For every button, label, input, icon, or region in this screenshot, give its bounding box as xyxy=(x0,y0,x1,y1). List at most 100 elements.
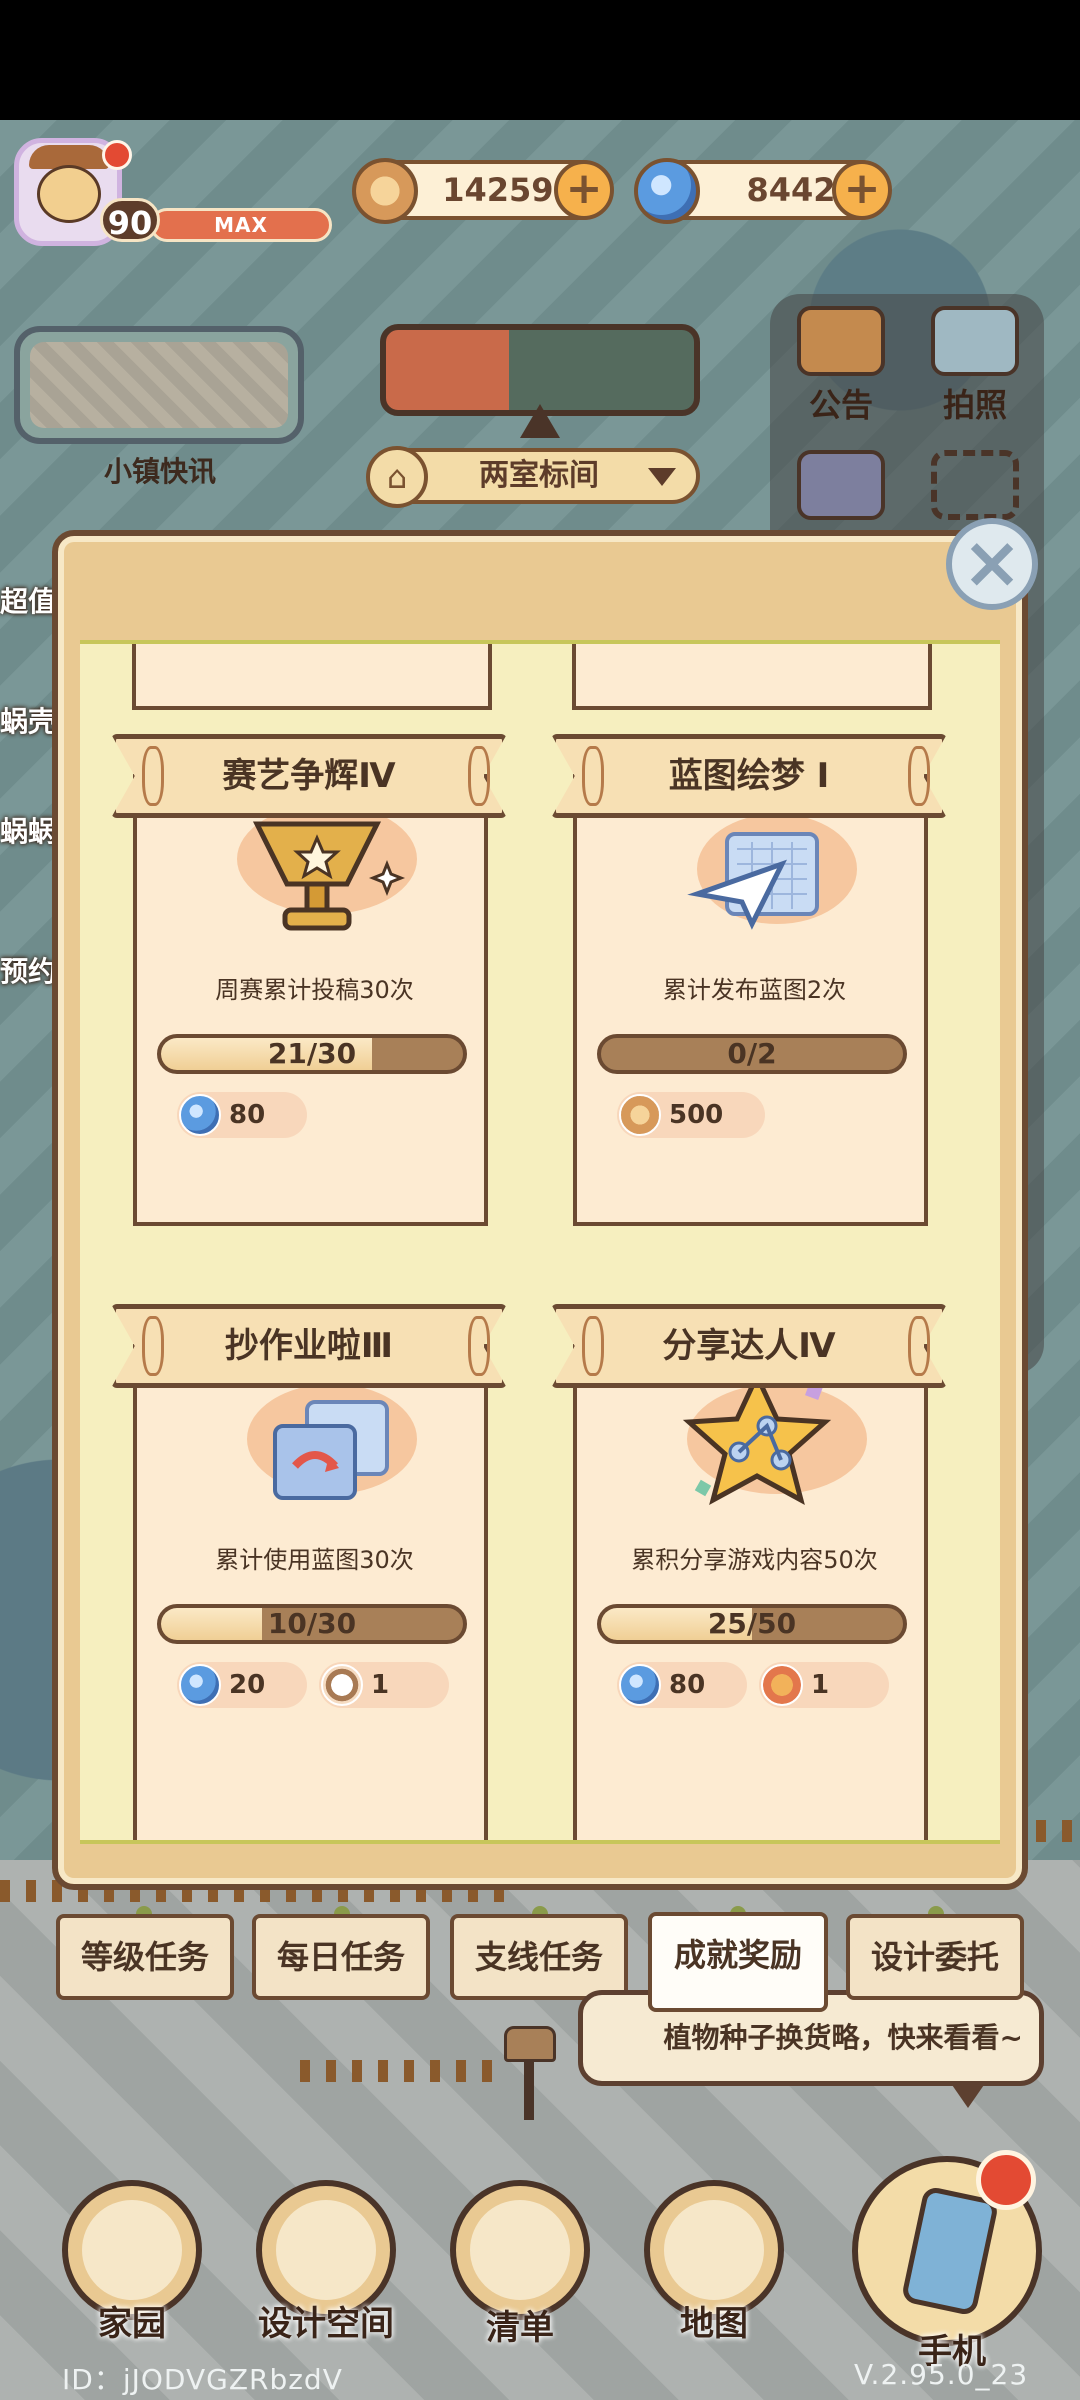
ribbon-ornament-icon xyxy=(142,1316,164,1376)
ribbon-ornament-icon xyxy=(468,1316,490,1376)
nav-checklist-label: 清单 xyxy=(486,2308,554,2348)
reward-chip: 1 xyxy=(319,1662,449,1708)
tab-achievements[interactable]: 成就奖励 xyxy=(648,1912,828,2012)
phone-icon xyxy=(900,2185,1000,2317)
reward-amount: 80 xyxy=(229,1100,266,1130)
home-icon xyxy=(82,2200,182,2300)
achievement-desc: 累积分享游戏内容50次 xyxy=(631,1546,878,1574)
left-event-stack: 超值 蜗壳 蜗蜗 预约 xyxy=(0,500,60,1000)
tip-bubble-tail xyxy=(950,2082,986,2108)
photo-label: 拍照 xyxy=(942,386,1007,424)
achievement-title: 分享达人Ⅳ xyxy=(662,1326,836,1366)
gold-coin-icon xyxy=(352,158,418,224)
scan-icon xyxy=(931,450,1019,520)
progress-text: 0/2 xyxy=(727,1037,777,1070)
weather-pointer xyxy=(520,404,560,438)
notification-dot xyxy=(976,2150,1036,2210)
reward-amount: 20 xyxy=(229,1670,266,1700)
progress-text: 21/30 xyxy=(267,1037,357,1070)
clay-pot-icon xyxy=(761,1664,803,1706)
photo-button[interactable]: 拍照 xyxy=(920,306,1030,426)
tab-design-commissions[interactable]: 设计委托 xyxy=(846,1914,1024,2000)
version-text: V.2.95.0_23 xyxy=(854,2358,1029,2391)
nav-home-label: 家园 xyxy=(98,2304,166,2344)
nav-map-label: 地图 xyxy=(680,2304,748,2344)
map-pin-icon xyxy=(664,2200,764,2300)
home-icon: ⌂ xyxy=(366,446,428,508)
blueprint-plane-icon xyxy=(657,804,857,954)
card-previous-right xyxy=(572,644,932,710)
achievement-title: 蓝图绘梦 Ⅰ xyxy=(668,756,830,796)
gold-coin-icon xyxy=(619,1094,661,1136)
ribbon-ornament-icon xyxy=(908,1316,930,1376)
reward-amount: 1 xyxy=(371,1670,390,1700)
achievement-title: 赛艺争辉Ⅳ xyxy=(222,756,396,796)
add-gold-button[interactable]: + xyxy=(554,160,614,220)
achievement-progress-bar: 0/2 xyxy=(597,1034,907,1074)
checklist-icon xyxy=(470,2200,570,2300)
notification-dot xyxy=(102,140,132,170)
chevron-down-icon xyxy=(648,468,676,486)
achievement-title: 抄作业啦Ⅲ xyxy=(224,1326,394,1366)
level-badge: 90 xyxy=(100,198,160,242)
achievement-card: 累计使用蓝图30次 10/30 20 1 xyxy=(133,1344,488,1840)
camera-icon xyxy=(931,306,1019,376)
weather-panel[interactable] xyxy=(380,324,700,416)
tab-daily-tasks[interactable]: 每日任务 xyxy=(252,1914,430,2000)
level-progress-bar: MAX xyxy=(150,208,332,242)
gem-counter: 8442 + xyxy=(634,158,892,224)
mailbox-icon[interactable] xyxy=(504,2026,556,2062)
status-bar xyxy=(0,0,1080,120)
seed-bag-icon xyxy=(321,1664,363,1706)
reward-chip: 80 xyxy=(177,1092,307,1138)
card-previous-left xyxy=(132,644,492,710)
blueprint-copy-icon xyxy=(217,1374,417,1524)
event-label-3[interactable]: 预约 xyxy=(0,950,60,990)
event-label-1[interactable]: 蜗壳 xyxy=(0,700,60,740)
gem-icon xyxy=(179,1094,221,1136)
close-button[interactable]: × xyxy=(946,518,1038,610)
announcement-button[interactable]: 公告 xyxy=(786,306,896,426)
town-news-preview xyxy=(30,342,288,428)
nav-checklist-button[interactable] xyxy=(450,2180,590,2320)
achievement-desc: 累计发布蓝图2次 xyxy=(662,976,847,1004)
design-ruler-icon xyxy=(276,2200,376,2300)
event-label-2[interactable]: 蜗蜗 xyxy=(0,810,60,850)
mail-icon xyxy=(797,450,885,520)
ribbon-ornament-icon xyxy=(468,746,490,806)
announcement-label: 公告 xyxy=(808,386,873,424)
event-label-0[interactable]: 超值 xyxy=(0,580,60,620)
achievement-progress-bar: 25/50 xyxy=(597,1604,907,1644)
reward-chip: 500 xyxy=(617,1092,765,1138)
achievement-progress-bar: 21/30 xyxy=(157,1034,467,1074)
tab-level-tasks[interactable]: 等级任务 xyxy=(56,1914,234,2000)
trophy-icon xyxy=(217,804,417,954)
mail-button[interactable] xyxy=(786,450,896,524)
avatar-face xyxy=(37,165,101,223)
achievement-card: 累积分享游戏内容50次 25/50 80 1 xyxy=(573,1344,928,1840)
reward-chip: 20 xyxy=(177,1662,307,1708)
reward-amount: 80 xyxy=(669,1670,706,1700)
achievement-card: 周赛累计投稿30次 21/30 80 xyxy=(133,774,488,1226)
scan-button[interactable] xyxy=(920,450,1030,524)
progress-text: 10/30 xyxy=(267,1607,357,1640)
user-id: ID：jJODVGZRbzdV xyxy=(62,2363,343,2396)
town-news-button[interactable] xyxy=(14,326,304,444)
reward-amount: 1 xyxy=(811,1670,830,1700)
gold-counter: 142596 + xyxy=(352,158,614,224)
achievement-desc: 周赛累计投稿30次 xyxy=(215,976,414,1004)
tab-side-tasks[interactable]: 支线任务 xyxy=(450,1914,628,2000)
achievement-progress-bar: 10/30 xyxy=(157,1604,467,1644)
ribbon-ornament-icon xyxy=(582,1316,604,1376)
progress-text: 25/50 xyxy=(707,1607,797,1640)
add-gem-button[interactable]: + xyxy=(832,160,892,220)
achievement-desc: 累计使用蓝图30次 xyxy=(215,1546,414,1574)
achievement-list[interactable]: 周赛累计投稿30次 21/30 80 赛艺争辉Ⅳ 累计发布蓝图2次 0/2 50… xyxy=(80,640,1000,1844)
ribbon-ornament-icon xyxy=(908,746,930,806)
fence-mid xyxy=(300,2060,500,2082)
room-selector[interactable]: ⌂ 两室标间 xyxy=(366,446,700,508)
gem-icon xyxy=(179,1664,221,1706)
reward-amount: 500 xyxy=(669,1100,724,1130)
gem-icon xyxy=(634,158,700,224)
nav-design-space-label: 设计空间 xyxy=(258,2304,394,2344)
